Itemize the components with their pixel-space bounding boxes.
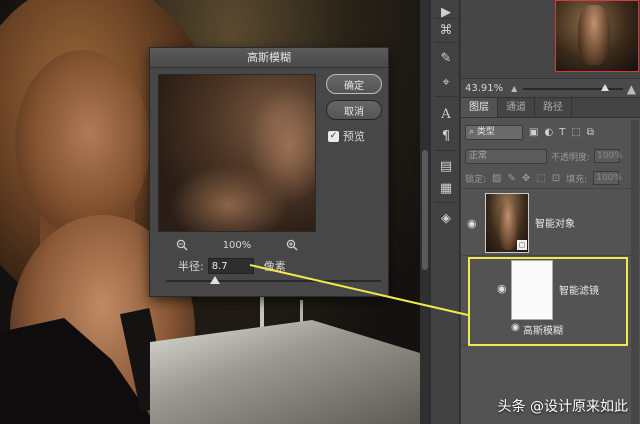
photo-face (15, 50, 150, 235)
radius-row: 半径: 像素 (178, 258, 286, 274)
adjustment-filter-icon[interactable]: ◐ (544, 127, 553, 138)
tool-separator (435, 202, 457, 203)
smart-object-filter-icon[interactable]: ⧉ (587, 127, 594, 138)
character-icon[interactable]: A (438, 106, 454, 122)
lock-all-icon[interactable]: ⊡ (552, 173, 560, 184)
lock-brush-icon[interactable]: ✎ (508, 173, 516, 184)
eye-icon[interactable]: ◉ (467, 217, 477, 230)
canvas-vertical-scrollbar[interactable] (420, 0, 430, 424)
layer-kind-value: 类型 (476, 126, 495, 137)
tool-separator (435, 150, 457, 151)
dialog-title[interactable]: 高斯模糊 (150, 48, 388, 68)
preview-label: 预览 (343, 130, 365, 143)
canvas-scroll-thumb[interactable] (422, 150, 428, 270)
brush-settings-icon[interactable]: ⌖ (438, 74, 454, 90)
navigator-slider-thumb[interactable] (601, 84, 609, 91)
zoom-in-icon[interactable] (285, 238, 299, 252)
navigator-zoom-value[interactable]: 43.91% (465, 83, 503, 94)
adjustments-icon[interactable]: ◈ (438, 210, 454, 226)
tool-separator (435, 18, 457, 19)
tab-layers[interactable]: 图层 (461, 98, 498, 117)
notes-icon[interactable]: ▦ (438, 180, 454, 196)
preview-zoom-controls: 100% (158, 237, 316, 253)
radius-label: 半径: (178, 260, 204, 273)
layer-name[interactable]: 智能对象 (535, 215, 575, 230)
smart-object-badge-icon: ▢ (517, 240, 527, 250)
fill-input[interactable]: 100% (593, 171, 622, 185)
search-icon: ⌕ (469, 126, 475, 137)
watermark: 头条 @设计原来如此 (497, 399, 628, 415)
lock-row: 锁定: ▨ ✎ ✥ ⬚ ⊡ 填充: 100% (465, 170, 637, 186)
layer-kind-select[interactable]: ⌕ 类型 (465, 124, 523, 140)
annotation-highlight-box (468, 257, 628, 346)
paragraph-icon[interactable]: ¶ (438, 128, 454, 144)
layer-panel-tabs: 图层 通道 路径 (461, 98, 640, 118)
layer-filter-row: ⌕ 类型 ▣ ◐ T ⬚ ⧉ (465, 124, 637, 140)
lock-label: 锁定: (465, 174, 487, 185)
properties-icon[interactable]: ▤ (438, 158, 454, 174)
gaussian-blur-dialog: 高斯模糊 100% 半径: 像素 确定 取消 ✓ 预览 (149, 47, 389, 297)
lock-artboard-icon[interactable]: ⬚ (536, 173, 545, 184)
zoom-out-icon[interactable] (175, 238, 189, 252)
radius-slider[interactable] (166, 276, 381, 284)
preview-zoom-level: 100% (222, 239, 252, 251)
lock-pixels-icon[interactable]: ▨ (492, 173, 501, 184)
shape-filter-icon[interactable]: ⬚ (571, 127, 580, 138)
layer-row-smart-object[interactable]: ◉ ▢ 智能对象 (461, 188, 640, 256)
opacity-label: 不透明度: (551, 152, 591, 163)
navigator-thumbnail[interactable] (555, 0, 639, 72)
navigator-zoom-bar: 43.91% ▲ ▲ (461, 78, 640, 98)
lock-position-icon[interactable]: ✥ (522, 173, 530, 184)
fill-label: 填充: (566, 174, 588, 185)
tool-separator (435, 96, 457, 97)
navigator-zoom-slider[interactable] (523, 84, 623, 91)
ok-button[interactable]: 确定 (326, 74, 382, 94)
pixel-filter-icon[interactable]: ▣ (529, 127, 538, 138)
cancel-button[interactable]: 取消 (326, 100, 382, 120)
zoom-in-mountain-icon[interactable]: ▲ (627, 82, 636, 96)
opacity-input[interactable]: 100% (594, 149, 623, 163)
layer-thumbnail[interactable]: ▢ (485, 193, 529, 253)
navigator-thumb-subject (578, 5, 610, 65)
type-filter-icon[interactable]: T (559, 127, 565, 138)
layers-scrollbar[interactable] (631, 120, 639, 424)
right-panel: 43.91% ▲ ▲ 图层 通道 路径 ⌕ 类型 ▣ ◐ T ⬚ ⧉ 正常 不透… (461, 0, 640, 424)
zoom-out-mountain-icon[interactable]: ▲ (511, 84, 517, 93)
radius-unit: 像素 (263, 260, 286, 273)
radius-slider-thumb[interactable] (210, 276, 221, 284)
brush-icon[interactable]: ✎ (438, 50, 454, 66)
blend-row: 正常 不透明度: 100% (465, 148, 637, 164)
preview-checkbox[interactable]: ✓ (328, 130, 339, 142)
navigator-panel (461, 0, 640, 78)
tool-separator (435, 42, 457, 43)
blend-mode-select[interactable]: 正常 (465, 148, 547, 164)
3d-cube-icon[interactable]: ⌘ (438, 22, 454, 38)
panel-tool-strip: ▶ ⌘ ✎ ⌖ A ¶ ▤ ▦ ◈ (430, 0, 460, 424)
radius-input[interactable] (207, 258, 254, 274)
layer-thumb-subject (498, 202, 518, 250)
tab-paths[interactable]: 路径 (535, 98, 572, 117)
tab-channels[interactable]: 通道 (498, 98, 535, 117)
preview-toggle[interactable]: ✓ 预览 (328, 128, 365, 144)
blur-preview[interactable] (158, 74, 316, 232)
